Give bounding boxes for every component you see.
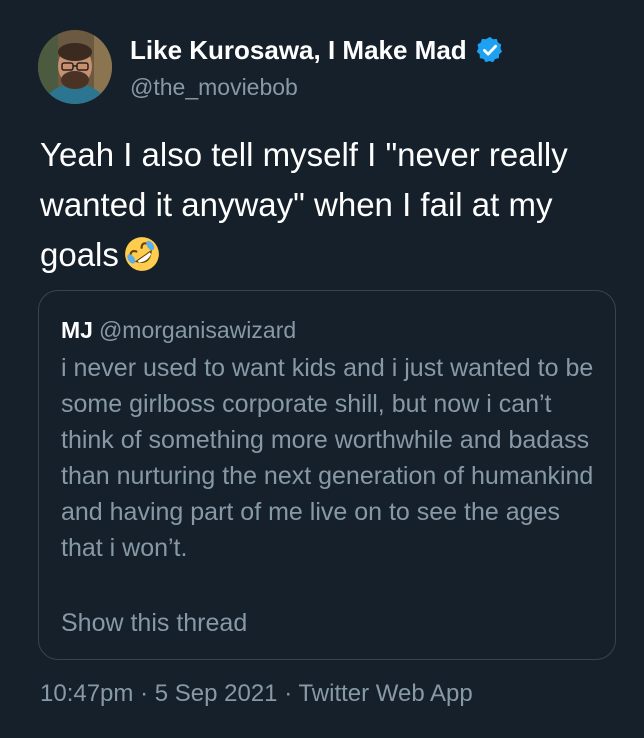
tweet-text: Yeah I also tell myself I "never really …	[40, 130, 620, 280]
meta-separator: ·	[284, 680, 293, 707]
tweet-time[interactable]: 10:47pm	[40, 680, 133, 707]
quoted-author-name: MJ	[61, 317, 93, 343]
tweet-date[interactable]: 5 Sep 2021	[155, 680, 278, 707]
avatar[interactable]	[38, 30, 112, 104]
quoted-tweet-header: MJ @morganisawizard	[61, 317, 296, 344]
quoted-tweet[interactable]: MJ @morganisawizard i never used to want …	[38, 290, 616, 660]
rolling-on-floor-laughing-emoji-icon	[125, 237, 159, 272]
quoted-author-handle: @morganisawizard	[98, 317, 297, 343]
author-name-row: Like Kurosawa, I Make Mad	[130, 34, 505, 66]
tweet-text-body: Yeah I also tell myself I "never really …	[40, 136, 568, 273]
meta-separator: ·	[140, 680, 149, 707]
show-thread-link[interactable]: Show this thread	[61, 609, 247, 638]
tweet-metadata: 10:47pm · 5 Sep 2021 · Twitter Web App	[40, 680, 473, 708]
author-handle[interactable]: @the_moviebob	[130, 74, 298, 101]
tweet: Like Kurosawa, I Make Mad @the_moviebob …	[0, 0, 644, 738]
avatar-image	[38, 30, 112, 104]
verified-badge-icon	[476, 36, 502, 63]
author-display-name[interactable]: Like Kurosawa, I Make Mad	[130, 35, 467, 66]
quoted-tweet-text: i never used to want kids and i just wan…	[61, 354, 594, 562]
tweet-source[interactable]: Twitter Web App	[298, 680, 472, 707]
